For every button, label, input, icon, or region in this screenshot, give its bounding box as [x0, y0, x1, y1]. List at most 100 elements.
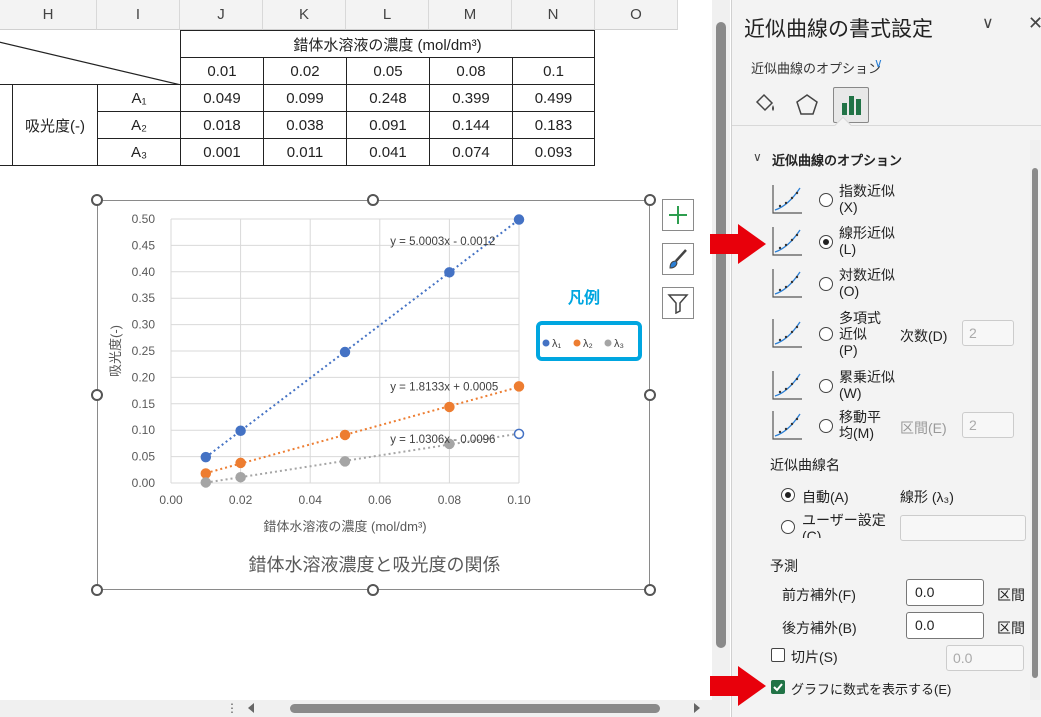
data-point[interactable]: [513, 381, 525, 392]
pane-scroll-thumb[interactable]: [1032, 168, 1038, 678]
chart-object[interactable]: 0.00 0.05 0.10 0.15 0.20 0.25 0.30 0.35 0.40 0.45…: [97, 200, 650, 590]
section-heading[interactable]: 近似曲線のオプション: [772, 150, 902, 169]
intercept-input[interactable]: 0.0: [946, 645, 1024, 671]
options-dropdown[interactable]: 近似曲線のオプション: [751, 58, 881, 77]
concentration-header[interactable]: 錯体水溶液の濃度 (mol/dm³): [180, 30, 595, 58]
table-corner-cell[interactable]: [0, 30, 181, 85]
trendline-type-radio[interactable]: [819, 235, 833, 249]
resize-handle[interactable]: [644, 584, 656, 596]
value-cell[interactable]: 0.093: [512, 138, 595, 166]
order-spinner[interactable]: 2: [962, 320, 1014, 346]
trendline-type-radio[interactable]: [819, 379, 833, 393]
row-label[interactable]: A₁: [97, 84, 181, 112]
x-axis-title[interactable]: 錯体水溶液の濃度 (mol/dm³): [263, 519, 426, 534]
value-cell[interactable]: 0.018: [180, 111, 264, 139]
show-equation-label[interactable]: グラフに数式を表示する(E): [791, 679, 951, 698]
period-spinner[interactable]: 2: [962, 412, 1014, 438]
trendline-type-icon[interactable]: [770, 368, 804, 402]
chart-filters-button[interactable]: [662, 287, 694, 319]
vertical-scrollbar[interactable]: [712, 0, 730, 700]
custom-name-input[interactable]: [900, 515, 1026, 541]
column-header-m[interactable]: M: [429, 0, 512, 30]
data-point[interactable]: [200, 468, 212, 479]
custom-name-radio[interactable]: [781, 520, 795, 534]
value-cell[interactable]: 0.399: [429, 84, 513, 112]
trendline-type-icon[interactable]: [770, 316, 804, 350]
resize-handle[interactable]: [644, 194, 656, 206]
row-label[interactable]: A₃: [97, 138, 181, 166]
split-handle-icon[interactable]: ⋮: [226, 701, 238, 715]
resize-handle[interactable]: [367, 194, 379, 206]
scatter-chart[interactable]: 0.00 0.05 0.10 0.15 0.20 0.25 0.30 0.35 0.40 0.45…: [98, 201, 651, 591]
row-label[interactable]: A₂: [97, 111, 181, 139]
column-header-k[interactable]: K: [263, 0, 346, 30]
conc-cell[interactable]: 0.05: [346, 57, 430, 85]
fill-line-tab[interactable]: [750, 90, 780, 120]
trendline-type-label[interactable]: 指数近似 (X): [839, 183, 895, 215]
trendline-type-label[interactable]: 線形近似 (L): [839, 225, 895, 257]
trendline-equation[interactable]: y = 1.0306x - 0.0096: [390, 434, 495, 446]
value-cell[interactable]: 0.248: [346, 84, 430, 112]
intercept-checkbox[interactable]: [771, 648, 785, 662]
chart-styles-button[interactable]: [662, 243, 694, 275]
show-equation-checkbox[interactable]: [771, 680, 785, 694]
auto-name-radio[interactable]: [781, 488, 795, 502]
trendline-type-label[interactable]: 累乗近似 (W): [839, 369, 895, 401]
table-cell[interactable]: [0, 84, 13, 166]
chevron-down-icon[interactable]: ∨: [874, 56, 883, 70]
backward-input[interactable]: 0.0: [906, 612, 984, 639]
trendline-type-label[interactable]: 対数近似 (O): [839, 267, 895, 299]
data-point[interactable]: [235, 457, 246, 469]
chart-elements-button[interactable]: [662, 199, 694, 231]
close-icon[interactable]: ✕: [1028, 13, 1041, 34]
trendline-type-icon[interactable]: [770, 266, 804, 300]
trendline-type-radio[interactable]: [819, 277, 833, 291]
data-point[interactable]: [444, 401, 455, 413]
data-point[interactable]: [513, 214, 525, 225]
resize-handle[interactable]: [91, 389, 103, 401]
value-cell[interactable]: 0.499: [512, 84, 595, 112]
scrollbar-thumb[interactable]: [716, 22, 726, 648]
resize-handle[interactable]: [91, 584, 103, 596]
trendline-type-label[interactable]: 移動平 均(M): [839, 409, 881, 441]
conc-cell[interactable]: 0.08: [429, 57, 513, 85]
intercept-label[interactable]: 切片(S): [791, 647, 838, 667]
resize-handle[interactable]: [367, 584, 379, 596]
resize-handle[interactable]: [644, 389, 656, 401]
resize-handle[interactable]: [91, 194, 103, 206]
y-axis-title[interactable]: 吸光度(-): [108, 325, 123, 377]
value-cell[interactable]: 0.049: [180, 84, 264, 112]
data-point[interactable]: [339, 346, 351, 358]
trendline-equation[interactable]: y = 1.8133x + 0.0005: [390, 381, 498, 393]
trendline-type-radio[interactable]: [819, 419, 833, 433]
value-cell[interactable]: 0.144: [429, 111, 513, 139]
data-point[interactable]: [513, 428, 525, 440]
data-point[interactable]: [200, 477, 212, 488]
absorbance-group-label[interactable]: 吸光度(-): [12, 84, 98, 166]
column-header-n[interactable]: N: [512, 0, 595, 30]
value-cell[interactable]: 0.011: [263, 138, 347, 166]
pane-scrollbar[interactable]: [1030, 140, 1040, 700]
trendline-type-label[interactable]: 多項式 近似 (P): [839, 310, 881, 358]
value-cell[interactable]: 0.091: [346, 111, 430, 139]
trendline-options-tab[interactable]: [833, 87, 869, 123]
data-point[interactable]: [339, 456, 351, 467]
custom-name-label[interactable]: ユーザー設定 (C): [802, 512, 886, 538]
data-point[interactable]: [235, 425, 246, 436]
data-point[interactable]: [235, 471, 246, 483]
conc-cell[interactable]: 0.1: [512, 57, 595, 85]
trendline-equation[interactable]: y = 5.0003x - 0.0012: [390, 236, 495, 248]
trendline[interactable]: [205, 218, 520, 459]
column-header-h[interactable]: H: [0, 0, 97, 30]
value-cell[interactable]: 0.099: [263, 84, 347, 112]
data-point[interactable]: [339, 429, 351, 441]
trendline-type-icon[interactable]: [770, 224, 804, 258]
conc-cell[interactable]: 0.01: [180, 57, 264, 85]
trendline-type-radio[interactable]: [819, 327, 833, 341]
scroll-left-icon[interactable]: [248, 703, 254, 713]
trendline-type-icon[interactable]: [770, 182, 804, 216]
effects-tab[interactable]: [792, 90, 822, 120]
chart-title[interactable]: 錯体水溶液濃度と吸光度の関係: [98, 551, 651, 577]
column-header-i[interactable]: I: [97, 0, 180, 30]
trendline-type-radio[interactable]: [819, 193, 833, 207]
